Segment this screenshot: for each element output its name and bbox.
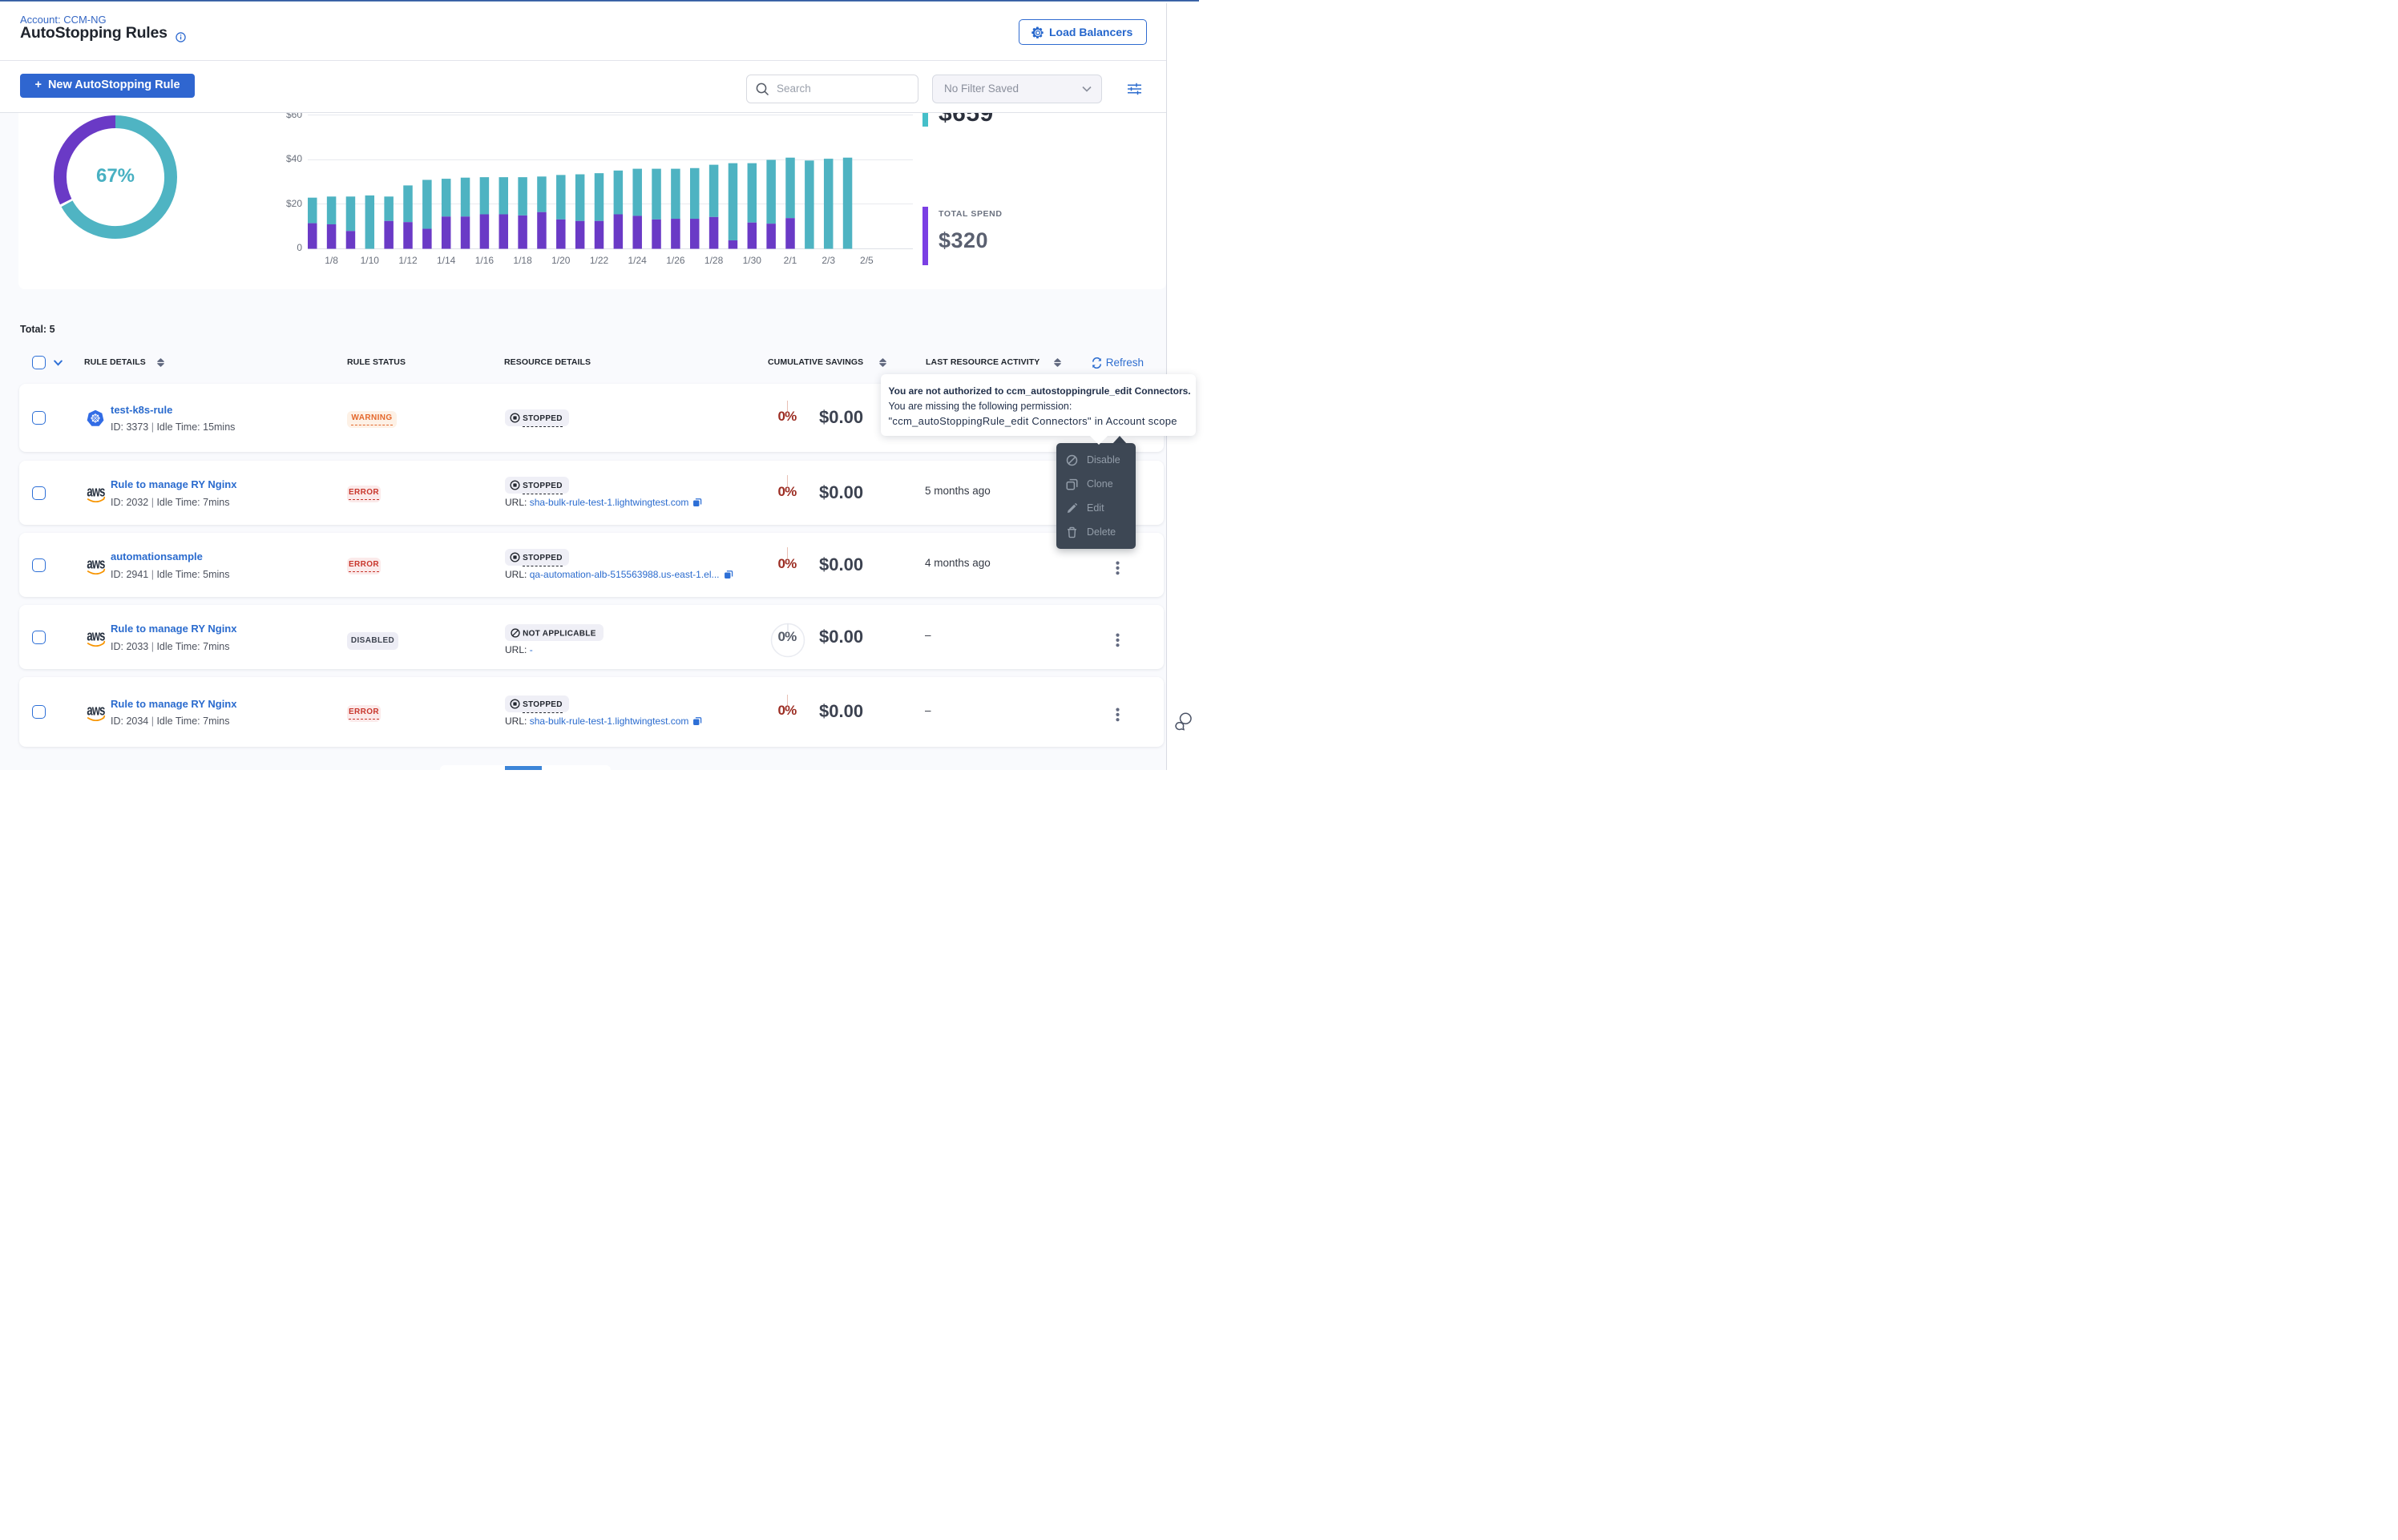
svg-text:aws: aws bbox=[87, 486, 105, 500]
svg-text:aws: aws bbox=[87, 705, 105, 719]
svg-text:aws: aws bbox=[87, 631, 105, 644]
svg-text:aws: aws bbox=[87, 558, 105, 572]
